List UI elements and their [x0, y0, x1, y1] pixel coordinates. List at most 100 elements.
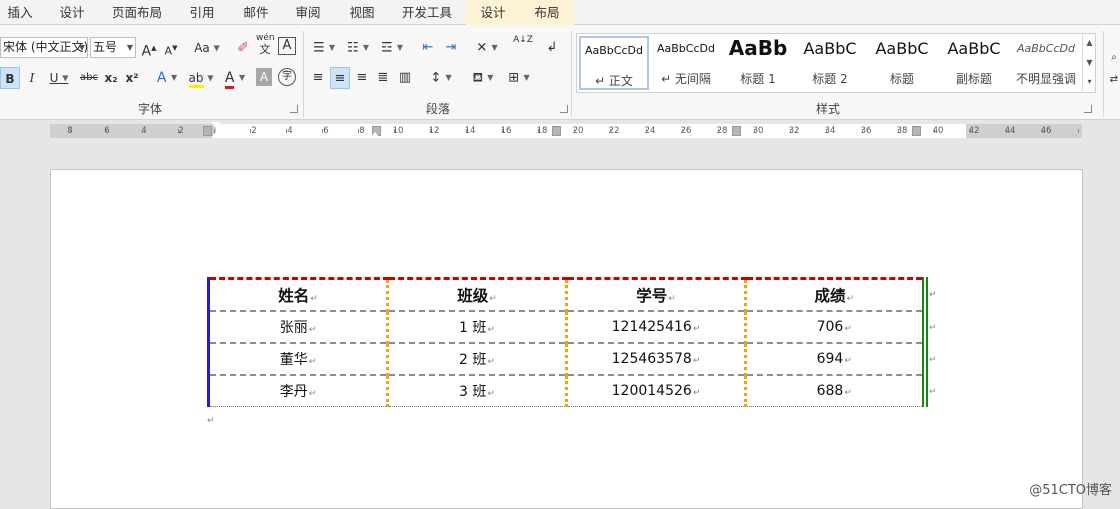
- ruler-tick: [466, 129, 467, 133]
- find-icon[interactable]: ⌕: [1108, 47, 1120, 69]
- first-line-indent-marker[interactable]: [211, 122, 221, 128]
- header-cell-name[interactable]: 姓名↵: [209, 279, 388, 311]
- cell-end-mark: ↵: [487, 357, 495, 367]
- cell-indent-marker[interactable]: [370, 132, 380, 138]
- tab-table-layout[interactable]: 布局: [520, 0, 574, 25]
- chevron-down-icon[interactable]: ▼: [1083, 53, 1096, 73]
- phonetic-guide-button[interactable]: wén 文: [256, 33, 274, 55]
- tab-review[interactable]: 审阅: [286, 0, 330, 25]
- numbering-button[interactable]: ☷ ▼: [343, 37, 373, 59]
- table-cell[interactable]: 706↵: [746, 311, 925, 343]
- table-cell[interactable]: 125463578↵: [567, 343, 746, 375]
- align-right-button[interactable]: ≡: [353, 67, 371, 89]
- chevron-up-icon[interactable]: ▲: [1083, 33, 1096, 53]
- table-cell[interactable]: 董华↵: [209, 343, 388, 375]
- table-cell[interactable]: 3 班↵: [388, 375, 567, 407]
- multilevel-list-button[interactable]: ☲ ▼: [377, 37, 407, 59]
- chinese-layout-button[interactable]: ✕ ▼: [472, 37, 502, 59]
- grow-font-icon: A: [142, 44, 152, 60]
- table-cell[interactable]: 李丹↵: [209, 375, 388, 407]
- column-marker[interactable]: [912, 126, 921, 136]
- ruler-tick: [538, 129, 539, 133]
- tab-references[interactable]: 引用: [180, 0, 224, 25]
- style-name: ↵ 无间隔: [651, 70, 721, 87]
- grow-font-button[interactable]: A▲: [141, 37, 157, 59]
- table-cell[interactable]: 120014526↵: [567, 375, 746, 407]
- change-case-button[interactable]: Aa ▼: [190, 37, 224, 59]
- replace-icon[interactable]: ⇄: [1108, 69, 1120, 91]
- sort-button[interactable]: A↓Z: [512, 35, 534, 57]
- table-cell[interactable]: 121425416↵: [567, 311, 746, 343]
- character-border-button[interactable]: A: [278, 37, 296, 55]
- styles-dialog-launcher-icon[interactable]: [1084, 105, 1092, 113]
- highlight-button[interactable]: ab ▼: [186, 67, 216, 89]
- tab-view[interactable]: 视图: [340, 0, 384, 25]
- cell-end-mark: ↵: [309, 389, 317, 399]
- column-marker[interactable]: [732, 126, 741, 136]
- ruler-number: 22: [606, 124, 622, 138]
- style-heading-2[interactable]: AaBbC 标题 2: [795, 36, 865, 90]
- style-normal[interactable]: AaBbCcDd ↵ 正文: [579, 36, 649, 90]
- style-heading-1[interactable]: AaBb 标题 1: [723, 36, 793, 90]
- italic-button[interactable]: I: [24, 67, 40, 89]
- ruler-number: 2: [246, 124, 262, 138]
- table-cell[interactable]: 2 班↵: [388, 343, 567, 375]
- character-shading-button[interactable]: A: [256, 68, 272, 86]
- table-row: 李丹↵ 3 班↵ 120014526↵ 688↵: [209, 375, 925, 407]
- justify-button[interactable]: ≣: [374, 67, 392, 89]
- header-cell-score[interactable]: 成绩↵: [746, 279, 925, 311]
- align-left-button[interactable]: ≡: [309, 67, 327, 89]
- align-center-button[interactable]: ≡: [330, 67, 350, 89]
- font-color-button[interactable]: A ▼: [220, 67, 250, 89]
- tab-design[interactable]: 设计: [48, 0, 96, 25]
- ruler-number: 2: [173, 124, 189, 138]
- tab-mailings[interactable]: 邮件: [234, 0, 278, 25]
- tab-developer[interactable]: 开发工具: [394, 0, 460, 25]
- distributed-button[interactable]: ▥: [396, 67, 414, 89]
- superscript-button[interactable]: x²: [123, 67, 141, 89]
- show-marks-button[interactable]: ↲: [543, 37, 561, 59]
- subscript-button[interactable]: x₂: [102, 67, 120, 89]
- bullets-button[interactable]: ☰ ▼: [309, 37, 339, 59]
- style-subtitle[interactable]: AaBbC 副标题: [939, 36, 1009, 90]
- score-table[interactable]: 姓名↵ 班级↵ 学号↵ 成绩↵ 张丽↵ 1 班↵ 121425416↵ 706↵…: [207, 277, 928, 407]
- hanging-indent-marker[interactable]: [211, 132, 221, 138]
- style-title[interactable]: AaBbC 标题: [867, 36, 937, 90]
- header-cell-student-id[interactable]: 学号↵: [567, 279, 746, 311]
- increase-indent-button[interactable]: ⇥: [441, 37, 461, 59]
- shading-button[interactable]: ⛾ ▼: [468, 67, 498, 89]
- font-size-combo[interactable]: 五号 ▼: [90, 37, 136, 58]
- style-no-spacing[interactable]: AaBbCcDd ↵ 无间隔: [651, 36, 721, 90]
- tab-insert[interactable]: 插入: [0, 0, 40, 25]
- style-subtle-emphasis[interactable]: AaBbCcDd 不明显强调: [1011, 36, 1081, 90]
- gallery-more-icon[interactable]: ▾: [1083, 73, 1096, 91]
- ruler-area: 8 6 4 2 2 4 6 8 10 12 14 16 18 20 22 24 …: [0, 120, 1120, 142]
- underline-button[interactable]: U ▼: [44, 67, 74, 89]
- header-cell-class[interactable]: 班级↵: [388, 279, 567, 311]
- table-cell[interactable]: 1 班↵: [388, 311, 567, 343]
- font-dialog-launcher-icon[interactable]: [290, 105, 298, 113]
- column-marker[interactable]: [552, 126, 561, 136]
- document-page[interactable]: 姓名↵ 班级↵ 学号↵ 成绩↵ 张丽↵ 1 班↵ 121425416↵ 706↵…: [50, 169, 1083, 509]
- bold-button[interactable]: B: [0, 67, 20, 89]
- decrease-indent-button[interactable]: ⇤: [418, 37, 438, 59]
- style-name: 标题 2: [795, 70, 865, 87]
- clear-format-button[interactable]: ✐: [234, 37, 252, 59]
- font-name-combo[interactable]: 宋体 (中文正文) ▼: [0, 37, 88, 58]
- paragraph-dialog-launcher-icon[interactable]: [560, 105, 568, 113]
- header-text: 姓名: [278, 287, 309, 305]
- tab-table-design[interactable]: 设计: [466, 0, 520, 25]
- horizontal-ruler[interactable]: 8 6 4 2 2 4 6 8 10 12 14 16 18 20 22 24 …: [50, 124, 1082, 138]
- strikethrough-button[interactable]: abc: [78, 67, 100, 89]
- table-cell[interactable]: 张丽↵: [209, 311, 388, 343]
- table-cell[interactable]: 688↵: [746, 375, 925, 407]
- table-cell[interactable]: 694↵: [746, 343, 925, 375]
- line-spacing-button[interactable]: ↕ ▼: [426, 67, 456, 89]
- text-effects-button[interactable]: A ▼: [152, 67, 182, 89]
- tab-page-layout[interactable]: 页面布局: [104, 0, 170, 25]
- enclose-character-button[interactable]: 字: [278, 68, 296, 86]
- group-divider: [1103, 31, 1104, 117]
- styles-gallery-scroll[interactable]: ▲ ▼ ▾: [1082, 33, 1096, 93]
- shrink-font-button[interactable]: A▼: [163, 37, 179, 59]
- borders-button[interactable]: ⊞ ▼: [504, 67, 534, 89]
